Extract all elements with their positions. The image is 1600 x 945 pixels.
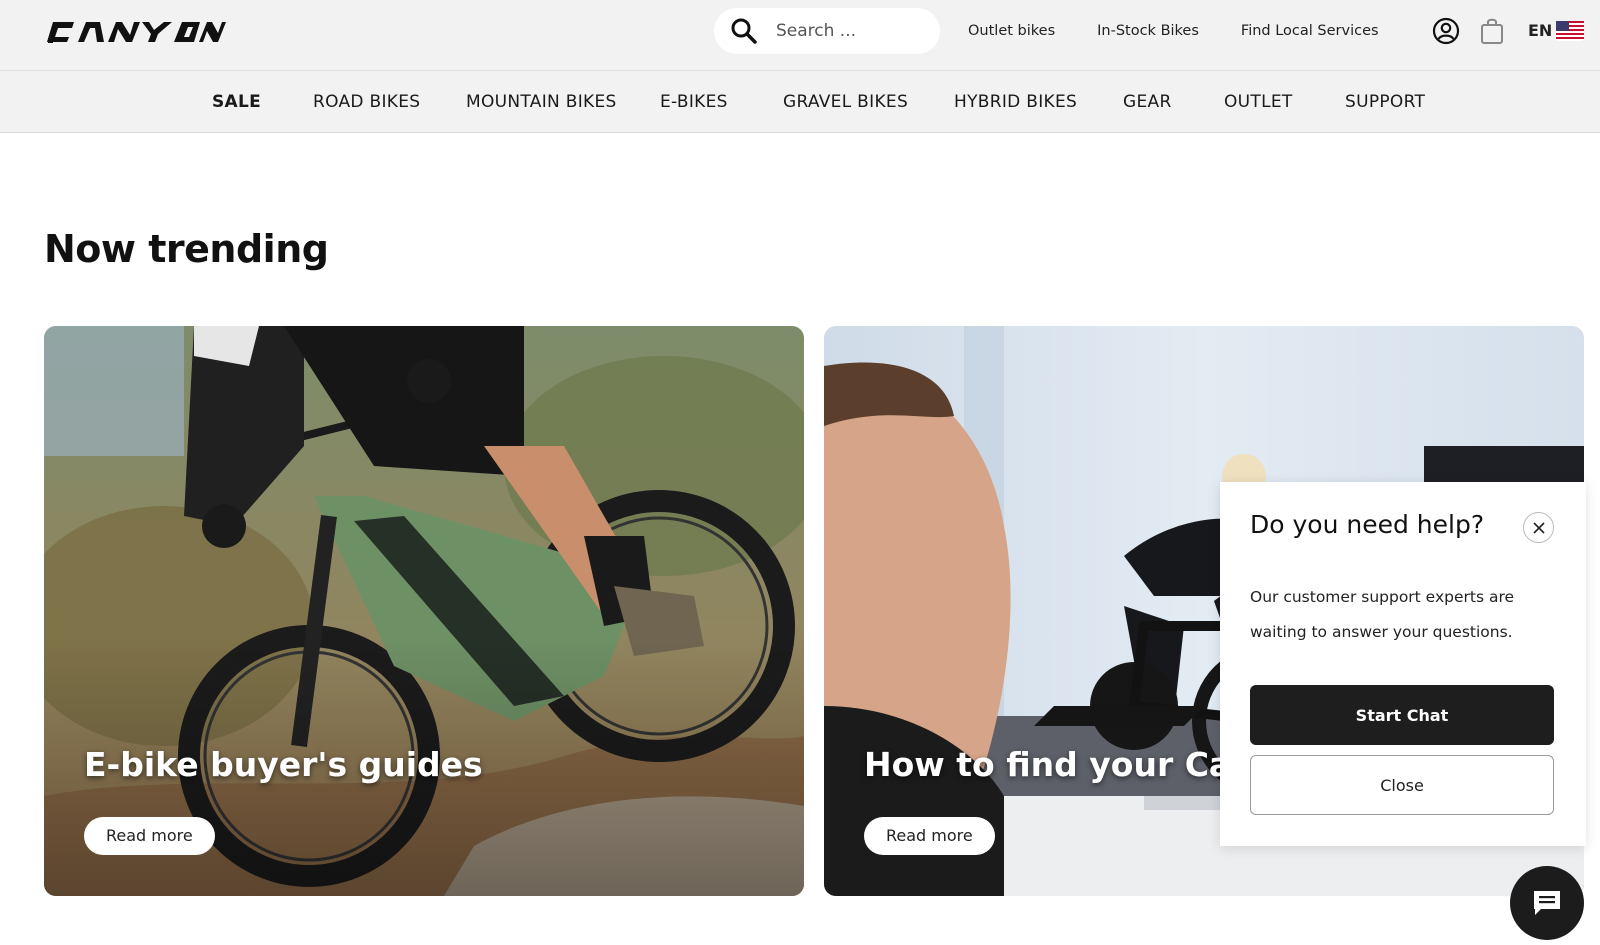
help-popup-title: Do you need help?: [1250, 510, 1485, 539]
section-title: Now trending: [44, 227, 329, 271]
nav-item-support[interactable]: SUPPORT: [1345, 91, 1425, 113]
canyon-logo[interactable]: [44, 16, 226, 46]
close-icon: [1532, 521, 1545, 534]
card-title: E-bike buyer's guides: [84, 745, 483, 784]
top-bar: Outlet bikes In-Stock Bikes Find Local S…: [0, 0, 1600, 71]
nav-item-gear[interactable]: GEAR: [1123, 91, 1172, 113]
nav-item-mountain-bikes[interactable]: MOUNTAIN BIKES: [466, 91, 617, 113]
read-more-button[interactable]: Read more: [864, 817, 995, 855]
start-chat-button[interactable]: Start Chat: [1250, 685, 1554, 745]
in-stock-bikes-link[interactable]: In-Stock Bikes: [1097, 20, 1199, 42]
search-input[interactable]: [776, 21, 926, 41]
nav-item-sale[interactable]: SALE: [212, 91, 261, 113]
close-icon-button[interactable]: [1523, 512, 1554, 543]
chat-icon: [1534, 891, 1560, 915]
find-local-services-link[interactable]: Find Local Services: [1241, 20, 1379, 42]
nav-item-outlet[interactable]: OUTLET: [1224, 91, 1293, 113]
search-icon[interactable]: [730, 17, 758, 45]
outlet-bikes-link[interactable]: Outlet bikes: [968, 20, 1055, 42]
help-popup-body: Our customer support experts are waiting…: [1250, 588, 1515, 641]
shopping-bag-icon[interactable]: [1480, 17, 1504, 45]
us-flag-icon[interactable]: [1556, 21, 1584, 41]
help-popup: Do you need help? Our customer support e…: [1220, 482, 1586, 846]
category-nav: SALE ROAD BIKES MOUNTAIN BIKES E-BIKES G…: [0, 71, 1600, 133]
close-button[interactable]: Close: [1250, 755, 1554, 815]
read-more-button[interactable]: Read more: [84, 817, 215, 855]
language-selector[interactable]: EN: [1528, 20, 1552, 42]
chat-launcher-button[interactable]: [1510, 866, 1584, 940]
ebike-photo: [44, 326, 804, 896]
search-box[interactable]: [714, 8, 940, 54]
nav-item-gravel-bikes[interactable]: GRAVEL BIKES: [783, 91, 908, 113]
nav-item-road-bikes[interactable]: ROAD BIKES: [313, 91, 420, 113]
trending-card-ebike[interactable]: E-bike buyer's guides Read more: [44, 326, 804, 896]
utility-links: Outlet bikes In-Stock Bikes Find Local S…: [968, 20, 1421, 42]
nav-item-hybrid-bikes[interactable]: HYBRID BIKES: [954, 91, 1077, 113]
nav-item-e-bikes[interactable]: E-BIKES: [660, 91, 728, 113]
account-icon[interactable]: [1432, 17, 1460, 45]
